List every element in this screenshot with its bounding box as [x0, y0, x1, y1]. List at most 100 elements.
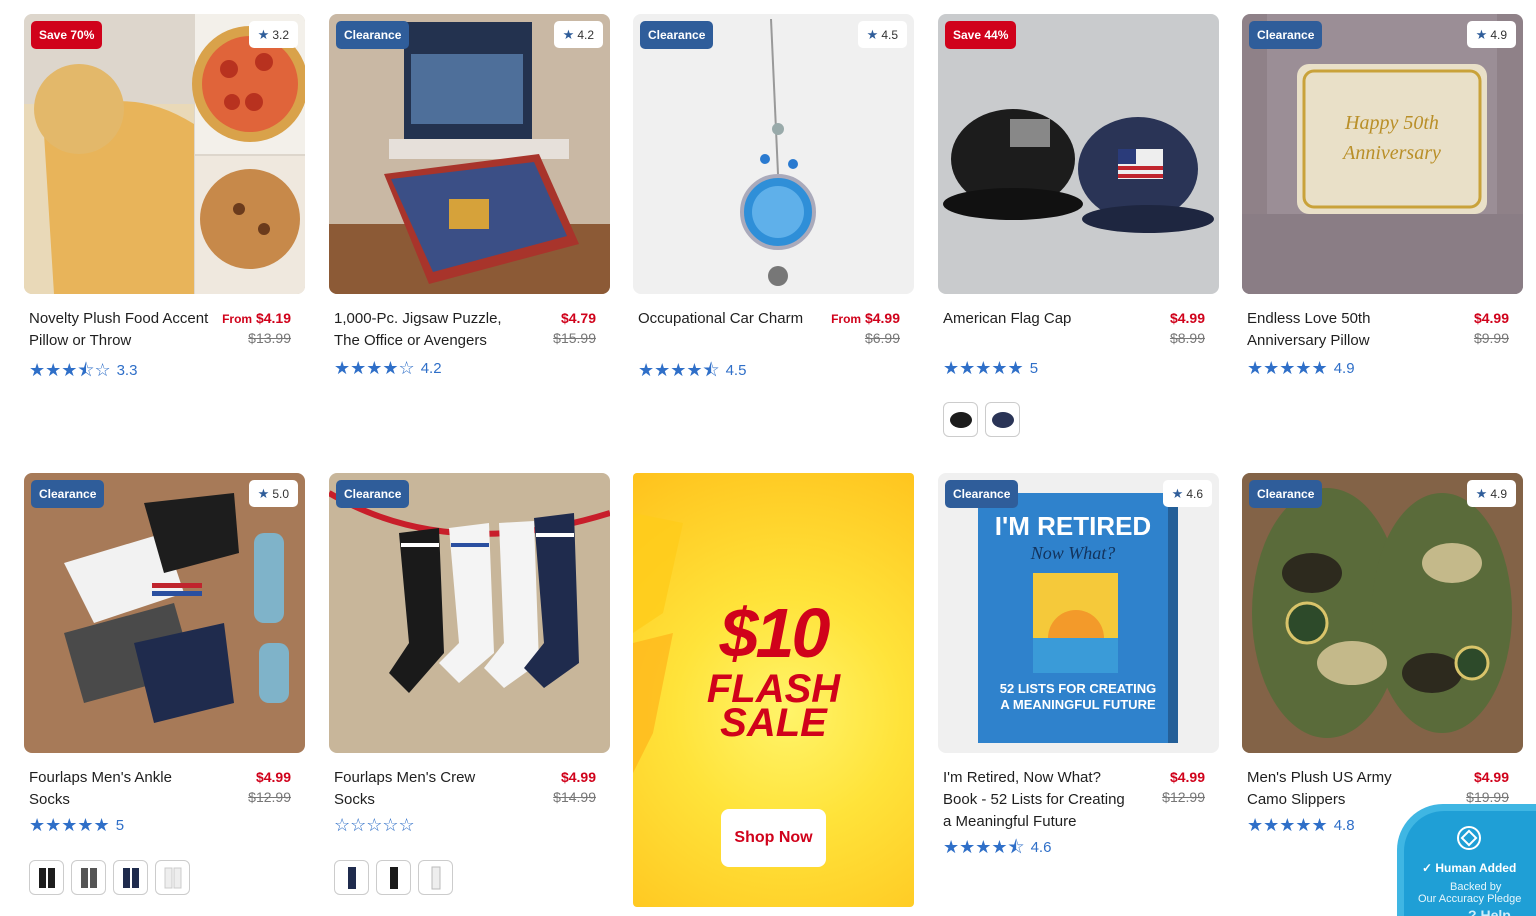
swatch-white-sock[interactable]	[155, 860, 190, 895]
camo-slippers-image	[1242, 473, 1523, 753]
product-image[interactable]: Happy 50th Anniversary Clearance ★ 4.9	[1242, 14, 1523, 294]
product-image[interactable]: I'M RETIRED Now What? 52 LISTS FOR CREAT…	[938, 473, 1219, 753]
swatch-black-crew[interactable]	[376, 860, 411, 895]
swatch-navy-crew[interactable]	[334, 860, 369, 895]
swatch-navy-cap[interactable]	[985, 402, 1020, 437]
sale-price: $4.99	[1169, 310, 1205, 326]
flag-cap-image	[938, 14, 1219, 294]
rating-pill: ★ 3.2	[248, 21, 298, 48]
star-rating: ★★★⯪☆ 3.3	[29, 360, 138, 380]
sale-price: $4.99	[560, 769, 596, 785]
svg-text:Now What?: Now What?	[1030, 543, 1116, 563]
original-price: $13.99	[248, 330, 291, 346]
product-card[interactable]: Happy 50th Anniversary Clearance ★ 4.9 En…	[1242, 14, 1523, 378]
svg-text:Happy 50th: Happy 50th	[1344, 112, 1439, 134]
product-name[interactable]: Occupational Car Charm	[638, 308, 823, 330]
ankle-socks-image	[24, 473, 305, 753]
original-price: $12.99	[248, 789, 291, 805]
star-icon: ★	[1171, 486, 1184, 501]
star-rating: ☆☆☆☆☆	[334, 815, 415, 835]
swatch-navy-sock[interactable]	[113, 860, 148, 895]
help-widget-inner: ✓ Human Added Backed by Our Accuracy Ple…	[1404, 811, 1536, 916]
product-card[interactable]: Clearance ★ 4.5 Occupational Car Charm Fr…	[633, 14, 914, 380]
product-image[interactable]: Clearance	[329, 473, 610, 753]
color-swatches	[29, 860, 190, 895]
star-rating: ★★★★☆ 4.2	[334, 358, 442, 378]
color-swatches	[943, 402, 1020, 437]
svg-text:Anniversary: Anniversary	[1341, 142, 1441, 164]
retired-book-image: I'M RETIRED Now What? 52 LISTS FOR CREAT…	[938, 473, 1219, 753]
star-rating: ★★★★★ 4.9	[1247, 358, 1355, 378]
swatch-black-sock[interactable]	[29, 860, 64, 895]
product-name[interactable]: Fourlaps Men's Crew Socks	[334, 767, 519, 811]
original-price: $15.99	[553, 330, 596, 346]
star-rating: ★★★★★ 4.8	[1247, 815, 1355, 835]
clearance-badge: Clearance	[640, 21, 714, 49]
puzzle-image	[329, 14, 610, 294]
sale-price: $4.79	[560, 310, 596, 326]
product-name[interactable]: Novelty Plush Food Accent Pillow or Thro…	[29, 308, 214, 352]
clearance-badge: Clearance	[1249, 480, 1323, 508]
product-name[interactable]: Men's Plush US Army Camo Slippers	[1247, 767, 1432, 811]
star-icon: ★	[257, 486, 270, 501]
sale-price: From $4.99	[831, 310, 900, 326]
star-icon: ★	[866, 27, 879, 42]
product-card[interactable]: Save 70% ★ 3.2 Novelty Plush Food Accent …	[24, 14, 305, 380]
product-card[interactable]: Clearance ★ 4.2 1,000-Pc. Jigsaw Puzzle, …	[329, 14, 610, 378]
product-card[interactable]: Clearance Fourlaps Men's Crew Socks $4.9…	[329, 473, 610, 895]
product-image[interactable]: Clearance ★ 4.5	[633, 14, 914, 294]
rating-pill: ★ 4.9	[1466, 480, 1516, 507]
product-card[interactable]: Clearance ★ 4.9 Men's Plush US Army Camo …	[1242, 473, 1523, 835]
original-price: $9.99	[1473, 330, 1509, 346]
star-icon: ★	[1475, 27, 1488, 42]
product-name[interactable]: 1,000-Pc. Jigsaw Puzzle, The Office or A…	[334, 308, 519, 352]
product-card[interactable]: Clearance ★ 5.0 Fourlaps Men's Ankle Sock…	[24, 473, 305, 895]
chat-icon	[1457, 826, 1481, 850]
star-icon: ★	[257, 27, 270, 42]
original-price: $14.99	[553, 789, 596, 805]
product-name[interactable]: American Flag Cap	[943, 308, 1128, 330]
product-name[interactable]: Fourlaps Men's Ankle Socks	[29, 767, 214, 811]
swatch-gray-sock[interactable]	[71, 860, 106, 895]
product-image[interactable]: Clearance ★ 4.9	[1242, 473, 1523, 753]
promo-line-sale: SALE	[720, 701, 827, 745]
help-widget[interactable]: ✓ Human Added Backed by Our Accuracy Ple…	[1397, 804, 1536, 916]
product-image[interactable]: Save 70% ★ 3.2	[24, 14, 305, 294]
product-name[interactable]: Endless Love 50th Anniversary Pillow	[1247, 308, 1432, 352]
rating-pill: ★ 4.5	[857, 21, 907, 48]
product-card[interactable]: I'M RETIRED Now What? 52 LISTS FOR CREAT…	[938, 473, 1219, 857]
rating-pill: ★ 4.9	[1466, 21, 1516, 48]
shop-now-button[interactable]: Shop Now	[721, 809, 826, 867]
rating-pill: ★ 4.2	[553, 21, 603, 48]
anniversary-pillow-image: Happy 50th Anniversary	[1242, 14, 1523, 294]
product-image[interactable]: Save 44%	[938, 14, 1219, 294]
clearance-badge: Clearance	[31, 480, 105, 508]
swatch-white-crew[interactable]	[418, 860, 453, 895]
product-image[interactable]: Clearance ★ 5.0	[24, 473, 305, 753]
color-swatches	[334, 860, 453, 895]
car-charm-image	[633, 14, 914, 294]
clearance-badge: Clearance	[945, 480, 1019, 508]
original-price: $12.99	[1162, 789, 1205, 805]
product-card[interactable]: Save 44% American Flag Cap $4.99 $8.99 ★…	[938, 14, 1219, 437]
discount-badge: Save 70%	[31, 21, 103, 49]
flash-sale-promo[interactable]: $10 FLASH SALE Shop Now	[633, 473, 914, 907]
sale-price: $4.99	[255, 769, 291, 785]
star-rating: ★★★★⯪ 4.6	[943, 837, 1052, 857]
product-name[interactable]: I'm Retired, Now What? Book - 52 Lists f…	[943, 767, 1128, 833]
star-icon: ★	[562, 27, 575, 42]
clearance-badge: Clearance	[336, 21, 410, 49]
help-button[interactable]: ? Help	[1468, 907, 1511, 916]
sale-price: $4.99	[1473, 769, 1509, 785]
star-rating: ★★★★★ 5	[29, 815, 125, 835]
discount-badge: Save 44%	[945, 21, 1017, 49]
original-price: $6.99	[864, 330, 900, 346]
backed-by-label: Backed by	[1450, 881, 1502, 893]
svg-text:A MEANINGFUL FUTURE: A MEANINGFUL FUTURE	[1000, 697, 1156, 712]
sale-price: $4.99	[1169, 769, 1205, 785]
star-icon: ★	[1475, 486, 1488, 501]
sale-price: From $4.19	[222, 310, 291, 326]
crew-socks-image	[329, 473, 610, 753]
swatch-black-cap[interactable]	[943, 402, 978, 437]
product-image[interactable]: Clearance ★ 4.2	[329, 14, 610, 294]
